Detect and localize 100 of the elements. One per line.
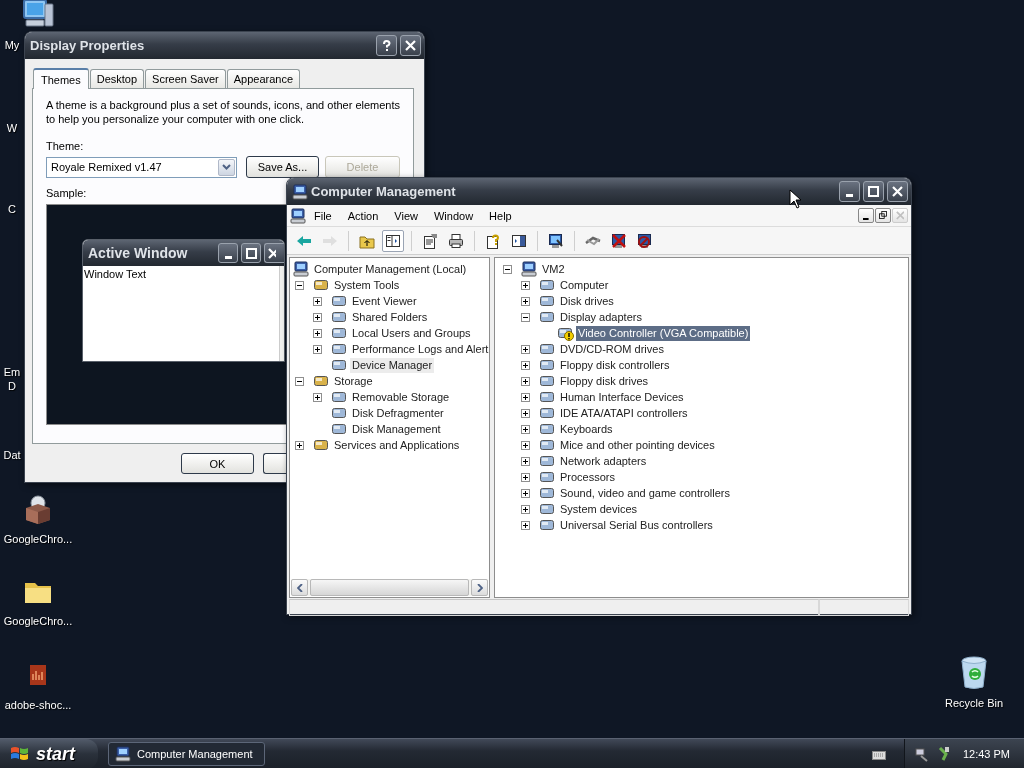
tree-item[interactable]: Floppy disk controllers [558, 357, 672, 373]
start-button[interactable]: start [0, 739, 98, 768]
pane-toggle-icon [385, 232, 401, 249]
minimize-icon [224, 255, 232, 259]
help-icon[interactable] [485, 232, 501, 249]
tree-item[interactable]: Computer Management (Local) [312, 261, 469, 277]
tree-item[interactable]: Event Viewer [350, 293, 419, 309]
maximize-icon [868, 186, 879, 197]
ok-button[interactable]: OK [181, 453, 254, 474]
menu-item[interactable]: File [306, 209, 340, 222]
minimize-button[interactable] [218, 243, 238, 263]
device-icon [539, 421, 555, 437]
help-button[interactable] [376, 35, 397, 56]
device-icon [331, 309, 347, 325]
minimize-icon [846, 194, 853, 197]
monitor-icon[interactable] [548, 232, 564, 249]
menu-item[interactable]: View [386, 209, 426, 222]
dialog-button[interactable]: Save As... [246, 156, 319, 178]
tab[interactable]: Appearance [226, 69, 301, 88]
tree-item[interactable]: Local Users and Groups [350, 325, 473, 341]
minimize-icon [863, 217, 869, 220]
tree-item[interactable]: Human Interface Devices [558, 389, 686, 405]
device-icon [539, 373, 555, 389]
arrow-left-icon [296, 583, 303, 592]
device-icon [331, 341, 347, 357]
tree-item[interactable]: Device Manager [350, 357, 435, 373]
tree-item[interactable]: DVD/CD-ROM drives [558, 341, 666, 357]
tree-item[interactable]: Computer [558, 277, 611, 293]
scroll-right-button[interactable] [471, 579, 488, 596]
window-title: Computer Management [311, 184, 457, 199]
scrollbar-thumb[interactable] [310, 579, 469, 596]
tree-item[interactable]: System devices [558, 501, 640, 517]
flag-icon [10, 745, 30, 763]
scroll-left-button[interactable] [291, 579, 308, 596]
device-icon [539, 341, 555, 357]
tree-item[interactable]: Sound, video and game controllers [558, 485, 732, 501]
theme-dropdown[interactable]: Royale Remixed v1.47 [46, 156, 237, 178]
tree-item[interactable]: Performance Logs and Alert [350, 341, 489, 357]
icon-label: adobe-shoc... [4, 698, 72, 712]
computer-icon[interactable] [21, 0, 55, 30]
taskbar-button[interactable]: Computer Management [108, 742, 265, 766]
window-text: Window Text [83, 267, 148, 282]
tree-item[interactable]: Universal Serial Bus controllers [558, 517, 715, 533]
tree-item[interactable]: VM2 [540, 261, 567, 277]
plug-icon[interactable] [936, 746, 951, 762]
tree-item[interactable]: IDE ATA/ATAPI controllers [558, 405, 690, 421]
monitor-x-icon[interactable] [611, 232, 627, 249]
tree-item[interactable]: Removable Storage [350, 389, 452, 405]
tree-item[interactable]: Services and Applications [332, 437, 462, 453]
device-icon [539, 453, 555, 469]
menu-item[interactable]: Window [425, 209, 482, 222]
tree-item[interactable]: Disk drives [558, 293, 616, 309]
icon-label: GoogleChro... [3, 532, 73, 546]
tree-item[interactable]: Floppy disk drives [558, 373, 651, 389]
menu-item[interactable]: Help [481, 209, 520, 222]
restore-button[interactable] [875, 208, 891, 223]
close-button[interactable] [887, 181, 908, 202]
maximize-button[interactable] [241, 243, 261, 263]
device-icon [331, 405, 347, 421]
monitor-disable-icon[interactable] [637, 232, 653, 249]
tree-item[interactable]: Video Controller (VGA Compatible) [576, 325, 751, 341]
tab[interactable]: Screen Saver [145, 69, 226, 88]
panel-icon[interactable] [511, 232, 527, 249]
maximize-button[interactable] [863, 181, 884, 202]
description-text: A theme is a background plus a set of sounds, icons, and other elements to help you personalize your computer with one click. [46, 98, 401, 126]
tree-item[interactable]: Display adapters [558, 309, 644, 325]
printer-icon[interactable] [448, 232, 464, 249]
recycle-bin-icon[interactable] [958, 656, 990, 690]
tree-item[interactable]: Mice and other pointing devices [558, 437, 717, 453]
device-icon [331, 389, 347, 405]
device-icon [313, 277, 329, 293]
tree-item[interactable]: Processors [558, 469, 618, 485]
tree-item[interactable]: Storage [332, 373, 375, 389]
tree-item[interactable]: Shared Folders [350, 309, 430, 325]
tab[interactable]: Desktop [89, 69, 145, 88]
tree-item[interactable]: Keyboards [558, 421, 615, 437]
tree-item[interactable]: Disk Defragmenter [350, 405, 446, 421]
menu-item[interactable]: Action [339, 209, 387, 222]
icon-label: GoogleChro... [3, 614, 73, 628]
pane-toggle-button[interactable] [382, 229, 404, 252]
icon-label: W [5, 121, 19, 135]
properties-icon[interactable] [422, 232, 438, 249]
keyboard-icon[interactable] [871, 748, 886, 760]
computer-icon [292, 183, 308, 200]
window-title: Active Window [88, 245, 189, 261]
device-icon [539, 501, 555, 517]
icon-label: Recycle Bin [944, 696, 1004, 710]
window-title: Display Properties [30, 38, 146, 53]
tree-item[interactable]: Disk Management [350, 421, 443, 437]
minimize-button[interactable] [839, 181, 860, 202]
close-icon [268, 247, 276, 259]
minimize-button[interactable] [858, 208, 874, 223]
tab[interactable]: Themes [33, 68, 89, 89]
close-button[interactable] [400, 35, 421, 56]
tree-item[interactable]: System Tools [332, 277, 402, 293]
tree-item[interactable]: Network adapters [558, 453, 649, 469]
device-icon [539, 293, 555, 309]
close-button[interactable] [264, 243, 284, 263]
dialog-button[interactable] [263, 453, 286, 474]
icon-label: C [7, 202, 17, 216]
